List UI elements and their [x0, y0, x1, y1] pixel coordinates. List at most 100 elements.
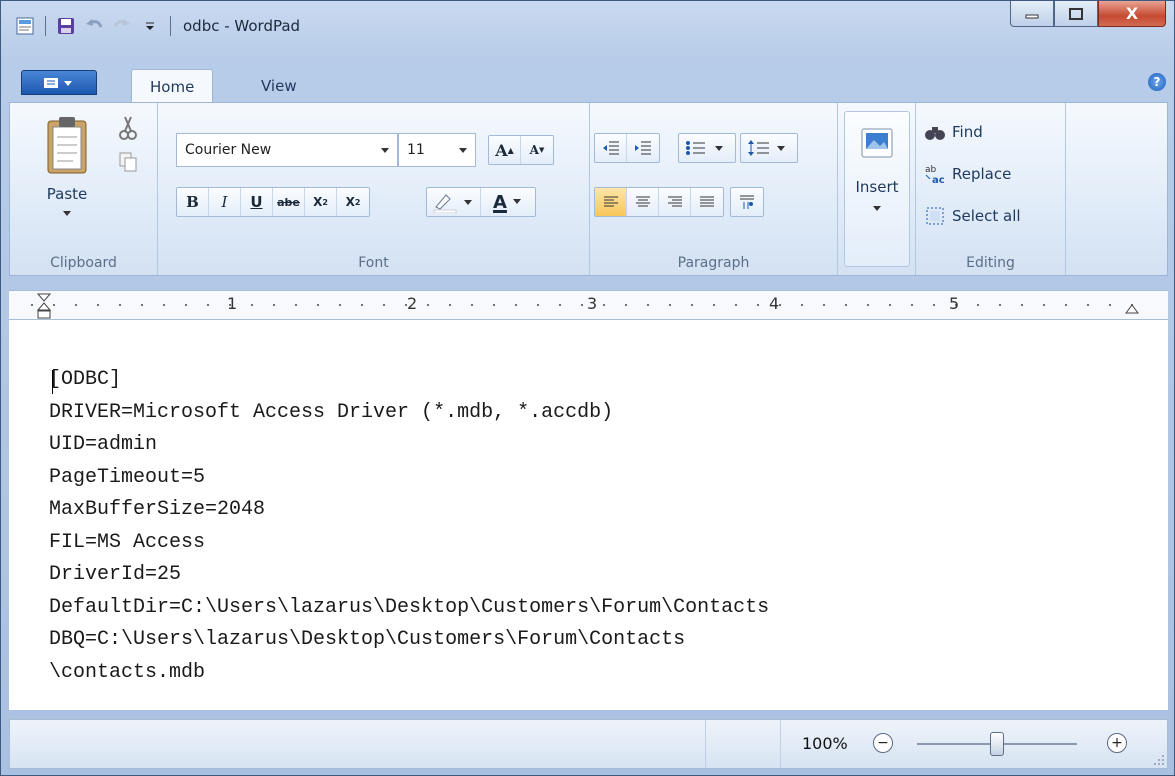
- cut-icon[interactable]: [118, 115, 138, 145]
- undo-icon[interactable]: [84, 16, 104, 36]
- ruler-mark-2: 2: [407, 294, 418, 313]
- insert-group: Insert: [838, 103, 916, 275]
- increase-indent-icon: [635, 141, 651, 155]
- ruler-mark-4: 4: [769, 294, 780, 313]
- decrease-indent-button[interactable]: [595, 134, 627, 162]
- justify-icon: [700, 196, 714, 207]
- ribbon-home: Paste Clipboard Courier New 11 A ▲ A ▼ B…: [9, 102, 1168, 276]
- help-icon[interactable]: ?: [1148, 73, 1166, 91]
- customize-toolbar-dropdown-icon[interactable]: [140, 16, 160, 36]
- paragraph-group: Paragraph: [590, 103, 838, 275]
- underline-button[interactable]: U: [241, 188, 273, 216]
- paragraph-settings-buttons: [730, 187, 764, 217]
- decrease-indent-icon: [602, 141, 619, 155]
- bold-button[interactable]: B: [177, 188, 209, 216]
- font-group-label: Font: [358, 255, 389, 271]
- chevron-down-icon: [512, 199, 521, 204]
- paste-button[interactable]: Paste: [40, 115, 94, 233]
- close-button[interactable]: X: [1098, 1, 1166, 27]
- list-buttons: [678, 133, 736, 163]
- maximize-button[interactable]: [1054, 1, 1098, 27]
- bullet-list-button[interactable]: [679, 134, 735, 162]
- increase-indent-button[interactable]: [627, 134, 659, 162]
- zoom-out-button[interactable]: −: [873, 733, 893, 753]
- italic-button[interactable]: I: [209, 188, 241, 216]
- highlight-color-button[interactable]: [427, 188, 481, 216]
- save-icon[interactable]: [56, 16, 76, 36]
- align-right-button[interactable]: [659, 188, 691, 216]
- bullet-list-icon: [686, 141, 723, 155]
- status-divider: [780, 720, 781, 768]
- clipboard-group: Paste Clipboard: [10, 103, 158, 275]
- font-family-value: Courier New: [185, 142, 272, 158]
- zoom-in-button[interactable]: +: [1107, 733, 1127, 753]
- copy-icon[interactable]: [118, 151, 138, 177]
- window-controls: X: [1010, 1, 1166, 27]
- paragraph-settings-button[interactable]: [731, 188, 763, 216]
- paste-label: Paste: [46, 185, 88, 203]
- find-button[interactable]: Find: [924, 121, 983, 143]
- redo-icon[interactable]: [112, 16, 132, 36]
- left-indent-marker-icon[interactable]: [37, 293, 51, 319]
- document-line: FIL=MS Access: [49, 530, 206, 554]
- document-line: UID=admin: [49, 433, 158, 456]
- superscript-button[interactable]: X2: [337, 188, 369, 216]
- right-indent-marker-icon[interactable]: [1125, 301, 1139, 315]
- replace-button[interactable]: ab ac Replace: [924, 163, 1011, 185]
- font-family-select[interactable]: Courier New: [176, 133, 398, 167]
- zoom-slider-thumb[interactable]: [990, 732, 1004, 756]
- document-text[interactable]: [ODBC] DRIVER=Microsoft Access Driver (*…: [49, 364, 769, 689]
- tab-home[interactable]: Home: [131, 69, 214, 103]
- wordpad-window: odbc - WordPad X Home View ? Paste Clipb…: [0, 0, 1175, 776]
- line-spacing-icon: [748, 140, 785, 156]
- close-icon: X: [1125, 4, 1139, 23]
- paste-icon: [47, 117, 87, 174]
- document-line: [ODBC]: [49, 368, 122, 391]
- line-spacing-buttons: [740, 133, 798, 163]
- tab-view[interactable]: View: [243, 69, 315, 103]
- shrink-font-button[interactable]: A ▼: [521, 136, 553, 164]
- justify-button[interactable]: [691, 188, 723, 216]
- wordpad-app-icon[interactable]: [15, 16, 35, 36]
- insert-label: Insert: [855, 178, 899, 196]
- font-group: Courier New 11 A ▲ A ▼ B I U abe X2 X2 A…: [158, 103, 590, 275]
- ruler-ticks: [21, 304, 1151, 306]
- grow-font-icon: A: [495, 140, 508, 160]
- ruler-mark-3: 3: [587, 294, 598, 313]
- line-spacing-button[interactable]: [741, 134, 797, 162]
- zoom-in-icon: +: [1111, 735, 1123, 751]
- chevron-down-icon: [459, 148, 467, 153]
- paragraph-icon: [740, 195, 754, 209]
- zoom-out-icon: −: [877, 735, 889, 751]
- minimize-button[interactable]: [1010, 1, 1054, 27]
- replace-label: Replace: [952, 165, 1012, 183]
- superscript-icon: X: [345, 195, 355, 209]
- select-all-label: Select all: [952, 207, 1021, 225]
- grow-font-button[interactable]: A ▲: [489, 136, 521, 164]
- svg-text:ac: ac: [932, 175, 945, 185]
- document-line: \contacts.mdb: [49, 660, 206, 684]
- chevron-down-icon: [63, 211, 71, 216]
- font-size-select[interactable]: 11: [398, 133, 476, 167]
- toolbar-divider: [45, 16, 46, 36]
- highlighter-icon: [433, 194, 472, 213]
- font-size-value: 11: [407, 142, 425, 158]
- replace-icon: ab ac: [924, 163, 946, 185]
- strikethrough-button[interactable]: abe: [273, 188, 305, 216]
- shrink-font-icon: A: [529, 143, 539, 157]
- resize-grip-icon[interactable]: [1153, 754, 1165, 766]
- paragraph-group-label: Paragraph: [677, 255, 750, 271]
- binoculars-icon: [924, 121, 946, 143]
- align-center-button[interactable]: [627, 188, 659, 216]
- application-menu-button[interactable]: [21, 70, 97, 95]
- toolbar-divider: [170, 16, 171, 36]
- insert-button[interactable]: Insert: [844, 111, 910, 267]
- align-left-button[interactable]: [595, 188, 627, 216]
- document-area[interactable]: [ODBC] DRIVER=Microsoft Access Driver (*…: [9, 320, 1168, 710]
- font-color-button[interactable]: A: [481, 188, 535, 216]
- document-line: DriverId=25: [49, 563, 182, 586]
- font-style-buttons: B I U abe X2 X2: [176, 187, 370, 217]
- select-all-button[interactable]: Select all: [924, 205, 1021, 227]
- alignment-buttons: [594, 187, 724, 217]
- subscript-button[interactable]: X2: [305, 188, 337, 216]
